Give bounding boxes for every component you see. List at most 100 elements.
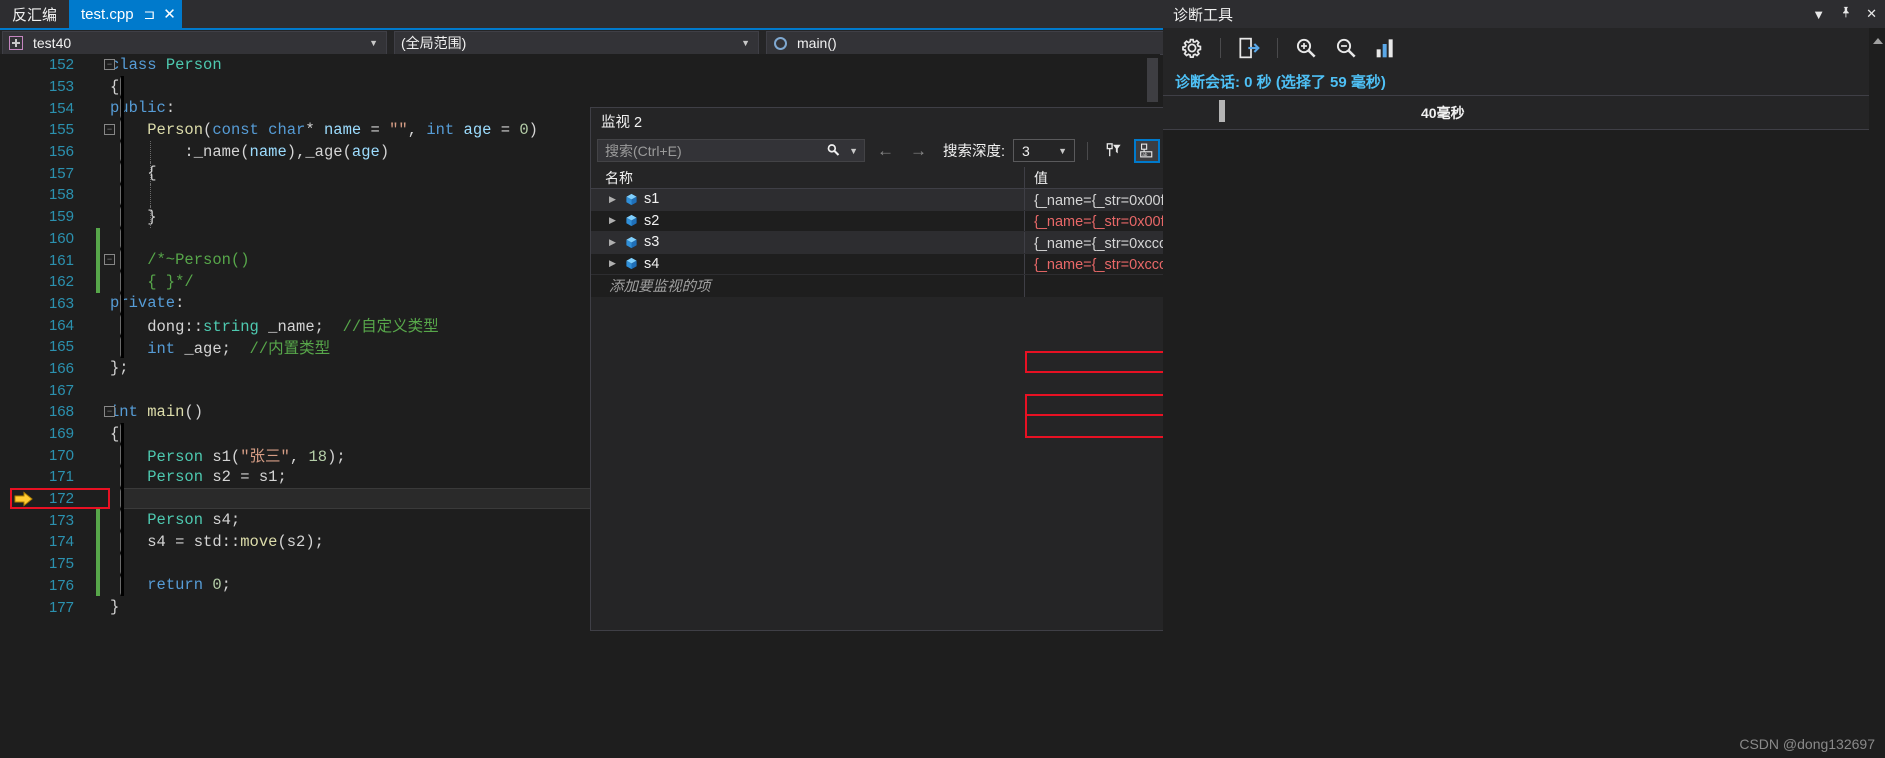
expand-arrow-icon[interactable]: ▶ [609,237,619,248]
fold-toggle-icon[interactable]: − [104,406,115,417]
line-number: 156 [48,143,74,161]
change-indicator [96,227,100,250]
code-line[interactable]: 153 { [0,75,1160,98]
tab-test-cpp[interactable]: test.cpp ⊐ ✕ [69,0,182,28]
indent-guide [120,205,124,228]
indent-guide [120,335,124,358]
line-number: 168 [48,403,74,421]
watch-title-label: 监视 2 [601,114,643,131]
line-number: 157 [48,164,74,182]
fold-toggle-icon[interactable]: − [104,254,115,266]
chevron-down-icon[interactable]: ▼ [1812,7,1825,22]
object-cube-icon [625,236,638,249]
search-depth-dropdown[interactable]: 3 ▼ [1013,139,1076,162]
symbol-label: main() [797,35,837,51]
zoom-out-icon[interactable] [1329,33,1363,63]
close-icon[interactable]: ✕ [163,7,176,22]
diagnostics-timeline[interactable]: 40毫秒 [1163,96,1885,130]
indent-guide [120,119,124,141]
watch-name-cell[interactable]: ▶ s2 [591,210,1025,231]
search-input[interactable]: 搜索(Ctrl+E) ▼ [597,139,865,162]
indent-guide [150,162,151,185]
line-number: 153 [48,78,74,96]
watch-name-cell[interactable]: ▶ s3 [591,232,1025,253]
column-header-name[interactable]: 名称 [591,166,1025,189]
line-number: 166 [48,359,74,377]
line-number: 170 [48,446,74,464]
filter-pin-icon[interactable] [1100,139,1126,163]
project-icon [9,36,23,50]
diagnostics-content [1163,130,1885,758]
vs-debugger-window: 反汇编 test.cpp ⊐ ✕ ▾ test40 ▼ (全局范围) ▼ [0,0,1885,758]
expand-arrow-icon[interactable]: ▶ [609,215,619,226]
line-number: 173 [48,511,74,529]
search-placeholder: 搜索(Ctrl+E) [605,142,682,159]
search-next-button[interactable]: → [906,141,931,161]
indent-guide [120,227,124,250]
watch-variable-name: s1 [644,191,660,208]
scroll-up-icon[interactable] [1873,38,1883,44]
change-indicator [96,509,100,532]
line-number: 162 [48,273,74,291]
hex-display-icon[interactable]: ab [1134,138,1161,163]
line-number: 154 [48,99,74,117]
watch-name-cell[interactable]: ▶ s1 [591,189,1025,210]
search-prev-button[interactable]: ← [873,141,898,161]
chart-icon[interactable] [1369,33,1403,63]
code-line[interactable]: 152 − class Person [0,54,1160,76]
close-icon[interactable]: ✕ [1866,6,1877,22]
watch-variable-name: s2 [644,212,660,229]
pin-icon[interactable] [1839,6,1852,22]
svg-text:ab: ab [1142,152,1148,157]
line-number: 167 [48,381,74,399]
zoom-in-icon[interactable] [1289,33,1323,63]
diagnostics-scrollbar[interactable] [1869,28,1885,758]
line-number: 160 [48,229,74,247]
current-line-marker-box [10,487,110,509]
pin-icon[interactable]: ⊐ [144,7,156,21]
magnifier-icon[interactable] [823,139,846,162]
watch-name-cell[interactable]: ▶ s4 [591,253,1025,274]
indent-guide [120,249,124,271]
chevron-down-icon: ▼ [741,38,750,48]
line-number: 158 [48,186,74,204]
fold-toggle-icon[interactable]: − [104,59,115,70]
fold-toggle-icon[interactable]: − [104,124,115,136]
line-number: 169 [48,425,74,443]
change-indicator [96,270,100,293]
tab-disassembly[interactable]: 反汇编 [0,0,70,28]
indent-guide [120,292,124,315]
diagnostic-tools-panel: 诊断工具 ▼ ✕ 诊断会话: 0 秒 (选择了 59 毫秒) 40毫秒 [1163,0,1885,758]
object-cube-icon [625,214,638,227]
search-depth-label: 搜索深度: [943,144,1006,160]
expand-arrow-icon[interactable]: ▶ [609,194,619,205]
settings-gear-icon[interactable] [1175,33,1209,63]
indent-guide [120,184,124,206]
line-number: 163 [48,294,74,312]
diagnostics-title-bar: 诊断工具 ▼ ✕ [1163,0,1885,28]
add-watch-placeholder[interactable]: 添加要监视的项 [591,275,1025,297]
line-number: 161 [48,251,74,269]
line-number: 171 [48,468,74,486]
timeline-duration-label: 40毫秒 [1421,105,1465,121]
expand-arrow-icon[interactable]: ▶ [609,258,619,269]
line-number: 165 [48,338,74,356]
method-icon [774,36,787,50]
export-icon[interactable] [1232,33,1266,63]
indent-guide [150,140,151,163]
scrollbar-thumb[interactable] [1147,58,1158,102]
indent-guide [120,552,124,575]
indent-guide [120,75,124,98]
line-number: 164 [48,316,74,334]
code-text: { [110,77,120,96]
scope-dropdown[interactable]: (全局范围) ▼ [394,31,759,55]
object-cube-icon [625,193,638,206]
diagnostics-session-label: 诊断会话: 0 秒 (选择了 59 毫秒) [1163,68,1885,96]
indent-guide [120,140,124,163]
chevron-down-icon[interactable]: ▼ [849,146,858,156]
indent-guide [120,314,124,336]
change-indicator [96,552,100,575]
project-dropdown[interactable]: test40 ▼ [2,31,387,55]
search-depth-value: 3 [1022,142,1030,159]
indent-guide [120,162,124,185]
